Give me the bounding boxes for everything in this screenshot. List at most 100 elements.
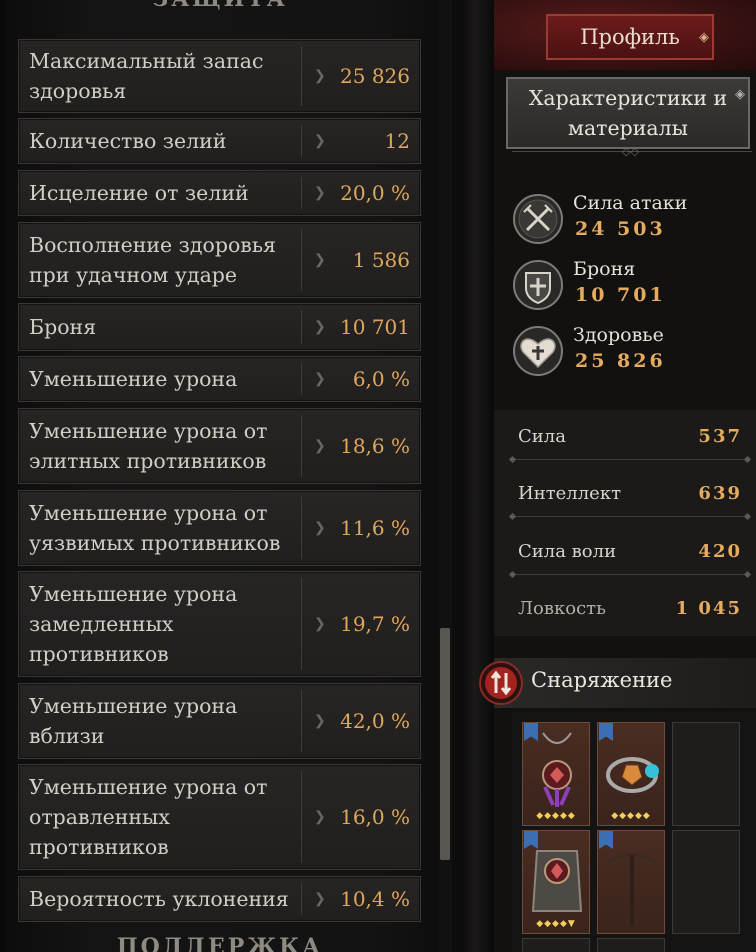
attribute-divider [512,516,748,517]
main-stat-name: Броня [573,258,636,280]
chevron-right-icon: ❯ [314,616,326,632]
scrollbar-thumb[interactable] [440,628,450,860]
gear-slot-empty[interactable] [672,722,740,826]
attribute-row[interactable]: Сила 537 [508,422,752,460]
stat-value: 10,4 % [340,887,410,911]
stat-label: Уменьшение урона от отравленных противни… [29,775,268,859]
characteristics-button[interactable]: Характеристики и материалы ◈ [506,77,750,149]
gear-slot-crossbow[interactable] [597,830,665,934]
rating-stars: ◆◆◆◆◆ [536,811,576,821]
row-divider [301,883,302,915]
stat-label: Количество зелий [29,129,227,153]
gear-slot-partial[interactable] [522,938,590,952]
section-title-defense: ЗАЩИТА [0,0,440,12]
attribute-value: 537 [698,426,742,447]
attribute-name: Интеллект [518,483,622,504]
main-stat-name: Сила атаки [573,192,688,214]
swap-arrows-icon[interactable] [478,660,524,706]
stat-row[interactable]: Уменьшение урона замедленных противников… [18,571,421,677]
stat-label: Уменьшение урона вблизи [29,694,238,748]
diamond-icon: ◈ [735,87,745,102]
attribute-name: Ловкость [518,598,606,619]
profile-button-label: Профиль [580,25,680,49]
attribute-value: 420 [698,541,742,562]
gear-slot-partial[interactable] [597,938,665,952]
row-divider [301,363,302,395]
stat-value: 16,0 % [340,805,410,829]
shield-icon [513,260,563,310]
chevron-right-icon: ❯ [314,371,326,387]
stat-row[interactable]: Броня ❯ 10 701 [18,303,421,351]
stat-value: 12 [384,129,410,153]
stat-label: Уменьшение урона замедленных противников [29,582,238,666]
row-divider [301,310,302,344]
panel-divider [462,0,494,952]
chevron-right-icon: ❯ [314,438,326,454]
stat-row[interactable]: Уменьшение урона от элитных противников … [18,408,421,484]
main-stat-health[interactable]: Здоровье 25 826 [507,322,756,384]
row-divider [301,46,302,106]
stat-row[interactable]: Максимальный запас здоровья ❯ 25 826 [18,39,421,113]
stat-row[interactable]: Исцеление от зелий ❯ 20,0 % [18,170,421,216]
chevron-right-icon: ❯ [314,809,326,825]
stat-value: 19,7 % [340,612,410,636]
stat-value: 6,0 % [352,367,410,391]
rating-stars: ◆◆◆◆◆ [611,811,651,821]
stat-row[interactable]: Уменьшение урона от отравленных противни… [18,764,421,870]
chevron-right-icon: ❯ [314,520,326,536]
stat-label: Уменьшение урона [29,367,238,391]
row-divider [301,415,302,477]
main-stat-attack[interactable]: Сила атаки 24 503 [507,190,756,252]
gear-slot-ring[interactable]: ◆◆◆◆◆ [597,722,665,826]
gear-slot-chest[interactable]: ◆◆◆◆▼ [522,830,590,934]
stat-value: 1 586 [352,248,410,272]
gear-slot-empty[interactable] [672,830,740,934]
stat-label: Уменьшение урона от уязвимых противников [29,501,281,555]
chevron-right-icon: ❯ [314,713,326,729]
stat-label: Исцеление от зелий [29,181,249,205]
profile-button[interactable]: Профиль ◈ [546,14,714,60]
chevron-right-icon: ❯ [314,133,326,149]
gear-slot-amulet[interactable]: ◆◆◆◆◆ [522,722,590,826]
stat-row[interactable]: Уменьшение урона вблизи ❯ 42,0 % [18,683,421,759]
row-divider [301,177,302,209]
attribute-row[interactable]: Ловкость 1 045 [508,594,752,630]
ornament-icon: ◇◇ [622,145,639,158]
stat-value: 10 701 [340,315,410,339]
diamond-icon: ◈ [699,30,709,45]
crossed-swords-icon [513,194,563,244]
stat-label: Максимальный запас здоровья [29,49,264,103]
defense-stats-panel: ЗАЩИТА Максимальный запас здоровья ❯ 25 … [0,0,462,952]
chevron-right-icon: ❯ [314,68,326,84]
attribute-row[interactable]: Сила воли 420 [508,537,752,575]
stat-value: 20,0 % [340,181,410,205]
gear-title: Снаряжение [531,668,673,692]
heart-icon [513,326,563,376]
stat-value: 11,6 % [340,516,410,540]
stat-value: 18,6 % [340,434,410,458]
main-stat-value: 25 826 [575,350,666,372]
row-divider [301,771,302,863]
row-divider [301,125,302,157]
stat-label: Вероятность уклонения [29,887,289,911]
chevron-right-icon: ❯ [314,319,326,335]
attribute-row[interactable]: Интеллект 639 [508,479,752,517]
chevron-right-icon: ❯ [314,252,326,268]
attribute-name: Сила [518,426,566,447]
attribute-value: 1 045 [675,598,742,619]
stat-row[interactable]: Восполнение здоровья при удачном ударе ❯… [18,222,421,298]
chevron-right-icon: ❯ [314,185,326,201]
rating-stars: ◆◆◆◆▼ [536,919,576,929]
stat-row[interactable]: Количество зелий ❯ 12 [18,118,421,164]
panel-edge [0,0,6,952]
chevron-right-icon: ❯ [314,891,326,907]
row-divider [301,578,302,670]
stat-row[interactable]: Уменьшение урона от уязвимых противников… [18,490,421,566]
stat-value: 25 826 [340,64,410,88]
main-stat-name: Здоровье [573,324,664,346]
main-stat-armor[interactable]: Броня 10 701 [507,256,756,318]
stat-row[interactable]: Вероятность уклонения ❯ 10,4 % [18,876,421,922]
crossbow-icon [607,853,657,925]
stat-row[interactable]: Уменьшение урона ❯ 6,0 % [18,356,421,402]
attribute-divider [512,574,748,575]
